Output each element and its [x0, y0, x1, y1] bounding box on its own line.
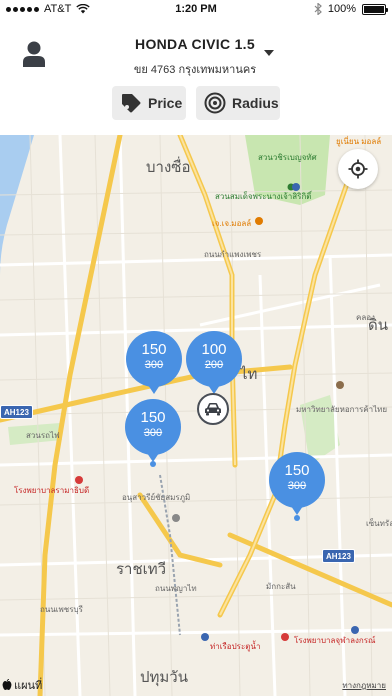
map[interactable]: บางซื่อ ดิน ไท ราชเทวี ปทุมวัน สวนวชิรเบ… — [0, 135, 392, 696]
parking-price-pin[interactable]: 150 300 — [126, 331, 182, 394]
apple-icon — [2, 679, 12, 690]
car-location-marker[interactable] — [197, 393, 229, 425]
map-label-phaya-thai-road: ถนนพญาไท — [155, 584, 197, 593]
battery-percent: 100% — [327, 3, 356, 15]
chevron-down-icon[interactable] — [264, 50, 274, 56]
parking-price-pin[interactable]: 150 300 — [269, 452, 325, 515]
radius-button[interactable]: Radius — [196, 86, 280, 120]
pin-price: 150 — [140, 409, 166, 426]
highway-shield: AH123 — [0, 405, 33, 419]
map-label-makkasan: มักกะสัน — [266, 582, 296, 591]
vehicle-selector[interactable]: HONDA CIVIC 1.5 ขย 4763 กรุงเทพมหานคร — [110, 36, 280, 78]
map-label-victory-monument: อนุสาวรีย์ชัยสมรภูมิ — [122, 493, 191, 502]
pin-original-price: 300 — [143, 427, 163, 439]
map-label-queen-sirikit-park: สวนสมเด็จพระนางเจ้าสิริกิติ์ — [215, 192, 312, 201]
highway-shield: AH123 — [322, 549, 355, 563]
pin-original-price: 300 — [144, 359, 164, 371]
vehicle-name: HONDA CIVIC 1.5 — [135, 36, 255, 52]
status-bar: AT&T 1:20 PM 100% — [0, 0, 392, 20]
radius-icon — [204, 92, 226, 114]
radius-button-label: Radius — [232, 95, 279, 111]
map-label-chatuchak-park: สวนวชิรเบญจทัศ — [258, 153, 317, 162]
pin-price: 100 — [201, 341, 227, 358]
legal-link[interactable]: ทางกฎหมาย — [342, 679, 386, 692]
map-label-union-mall: ยูเนี่ยน มอลล์ — [336, 137, 382, 146]
map-label-ramathibodi: โรงพยาบาลรามาธิบดี — [14, 486, 90, 495]
pin-location-dot — [294, 515, 300, 521]
pin-price: 150 — [141, 341, 167, 358]
maps-attribution[interactable]: แผนที่ — [2, 676, 42, 694]
map-label-ratchathewi: ราชเทวี — [116, 561, 167, 578]
attribution-label: แผนที่ — [14, 680, 43, 692]
bluetooth-icon — [314, 3, 322, 15]
map-label-pathum-wan: ปทุมวัน — [140, 669, 188, 686]
user-icon[interactable] — [22, 40, 46, 68]
price-tag-icon — [122, 94, 141, 113]
map-label-thai-chamber-univ: มหาวิทยาลัยหอการค้าไทย — [296, 405, 388, 414]
pin-original-price: 300 — [287, 480, 307, 492]
map-label-jj-mall: เจ.เจ.มอลล์ — [212, 219, 252, 228]
map-label-kamphaeng-phet-road: ถนนกำแพงเพชร — [204, 250, 262, 259]
pin-original-price: 200 — [204, 359, 224, 371]
pin-location-dot — [150, 461, 156, 467]
map-label-rot-fai-park: สวนรถไฟ — [26, 431, 60, 440]
vehicle-plate: ขย 4763 กรุงเทพมหานคร — [133, 64, 257, 76]
header: HONDA CIVIC 1.5 ขย 4763 กรุงเทพมหานคร Pr… — [0, 20, 392, 135]
map-label-khlong: คลอง — [356, 313, 375, 322]
map-label-chulalongkorn-hosp: โรงพยาบาลจุฬาลงกรณ์ — [294, 636, 376, 645]
car-icon — [205, 403, 221, 416]
battery-icon — [362, 3, 388, 15]
price-button-label: Price — [148, 95, 183, 111]
locate-button[interactable] — [338, 149, 378, 189]
map-label-pier: ท่าเรือประตูน้ำ — [210, 642, 261, 651]
map-label-phaya-thai: ไท — [240, 366, 258, 383]
price-button[interactable]: Price — [112, 86, 186, 120]
parking-price-pin[interactable]: 100 200 — [186, 331, 242, 394]
map-label-bang-sue: บางซื่อ — [146, 159, 191, 176]
locate-icon — [348, 159, 368, 179]
parking-price-pin[interactable]: 150 300 — [125, 399, 181, 462]
status-right: 100% — [314, 3, 388, 15]
map-label-central: เซ็นทรัล — [366, 519, 392, 528]
pin-price: 150 — [284, 462, 310, 479]
map-label-phetchaburi-road: ถนนเพชรบุรี — [40, 605, 83, 614]
